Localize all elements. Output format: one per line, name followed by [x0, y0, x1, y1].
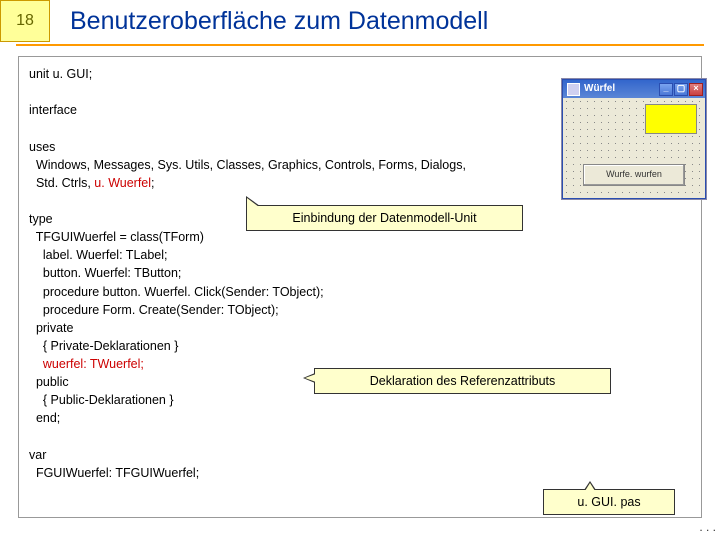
code-line: procedure Form. Create(Sender: TObject); [29, 301, 691, 319]
code-line: FGUIWuerfel: TFGUIWuerfel; [29, 464, 691, 482]
continuation-ellipsis: . . . [699, 520, 716, 534]
code-blank [29, 428, 691, 446]
title-underline [16, 44, 704, 46]
code-line: button. Wuerfel: TButton; [29, 264, 691, 282]
form-app-icon [567, 83, 580, 96]
slide-number: 18 [0, 0, 50, 42]
code-line: private [29, 319, 691, 337]
code-line: procedure button. Wuerfel. Click(Sender:… [29, 283, 691, 301]
highlighted-attr: wuerfel: TWuerfel; [43, 357, 144, 371]
label-wuerfel [645, 104, 697, 134]
maximize-icon[interactable]: ▢ [674, 83, 688, 96]
code-line: label. Wuerfel: TLabel; [29, 246, 691, 264]
callout-filename: u. GUI. pas [543, 489, 675, 515]
form-client-area: Wurfe. wurfen [563, 98, 705, 198]
slide-title: Benutzeroberfläche zum Datenmodell [50, 0, 720, 42]
button-wuerfel[interactable]: Wurfe. wurfen [583, 164, 685, 186]
code-line: end; [29, 409, 691, 427]
form-title: Würfel [584, 82, 658, 97]
callout-ref-attr: Deklaration des Referenzattributs [314, 368, 611, 394]
callout-unit-binding: Einbindung der Datenmodell-Unit [246, 205, 523, 231]
code-container: unit u. GUI; interface uses Windows, Mes… [18, 56, 702, 518]
close-icon[interactable]: × [689, 83, 703, 96]
form-window-mock: Würfel _ ▢ × Wurfe. wurfen [562, 79, 706, 199]
form-titlebar: Würfel _ ▢ × [563, 80, 705, 98]
code-line: var [29, 446, 691, 464]
code-line: { Private-Deklarationen } [29, 337, 691, 355]
minimize-icon[interactable]: _ [659, 83, 673, 96]
highlighted-unit: u. Wuerfel [94, 176, 151, 190]
